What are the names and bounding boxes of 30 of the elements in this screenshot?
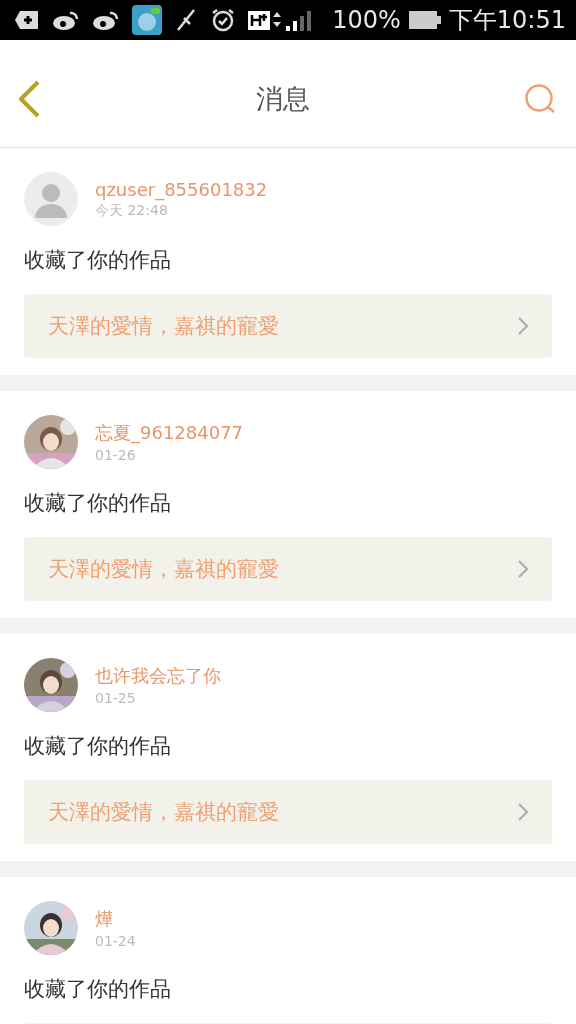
page-title: 消息 [255, 81, 311, 116]
network-signal-icon [248, 8, 314, 32]
username[interactable]: 燁 [95, 907, 136, 931]
message-text: 收藏了你的作品 [24, 733, 172, 760]
username[interactable]: 也许我会忘了你 [95, 664, 221, 688]
chevron-right-icon [518, 317, 528, 335]
work-link[interactable]: 天澤的愛情，嘉祺的寵愛 [24, 294, 552, 358]
message-time: 01-25 [95, 690, 137, 706]
weibo-icon [52, 9, 80, 31]
broom-icon [174, 8, 198, 32]
weibo-icon [92, 9, 120, 31]
message-time: 01-24 [95, 933, 136, 949]
work-link[interactable]: 天澤的愛情，嘉祺的寵愛 [24, 537, 552, 601]
username[interactable]: 忘夏_961284077 [95, 421, 244, 445]
game-app-icon [132, 5, 162, 35]
add-notification-icon [14, 9, 40, 31]
message-time: 01-26 [95, 447, 137, 463]
battery-icon [408, 10, 441, 30]
message-text: 收藏了你的作品 [24, 490, 172, 517]
battery-percentage: 100% [332, 6, 401, 34]
clock: 下午10:51 [448, 5, 566, 36]
work-link[interactable]: 天澤的愛情，嘉祺的寵愛 [24, 780, 552, 844]
alarm-icon [210, 7, 236, 33]
back-icon[interactable] [16, 78, 42, 119]
username[interactable]: qzuser_855601832 [95, 178, 268, 200]
message-text: 收藏了你的作品 [24, 247, 172, 274]
chevron-right-icon [518, 803, 528, 821]
message-text: 收藏了你的作品 [24, 976, 172, 1003]
message-time: 今天 22:48 [95, 201, 169, 220]
chevron-right-icon [518, 560, 528, 578]
